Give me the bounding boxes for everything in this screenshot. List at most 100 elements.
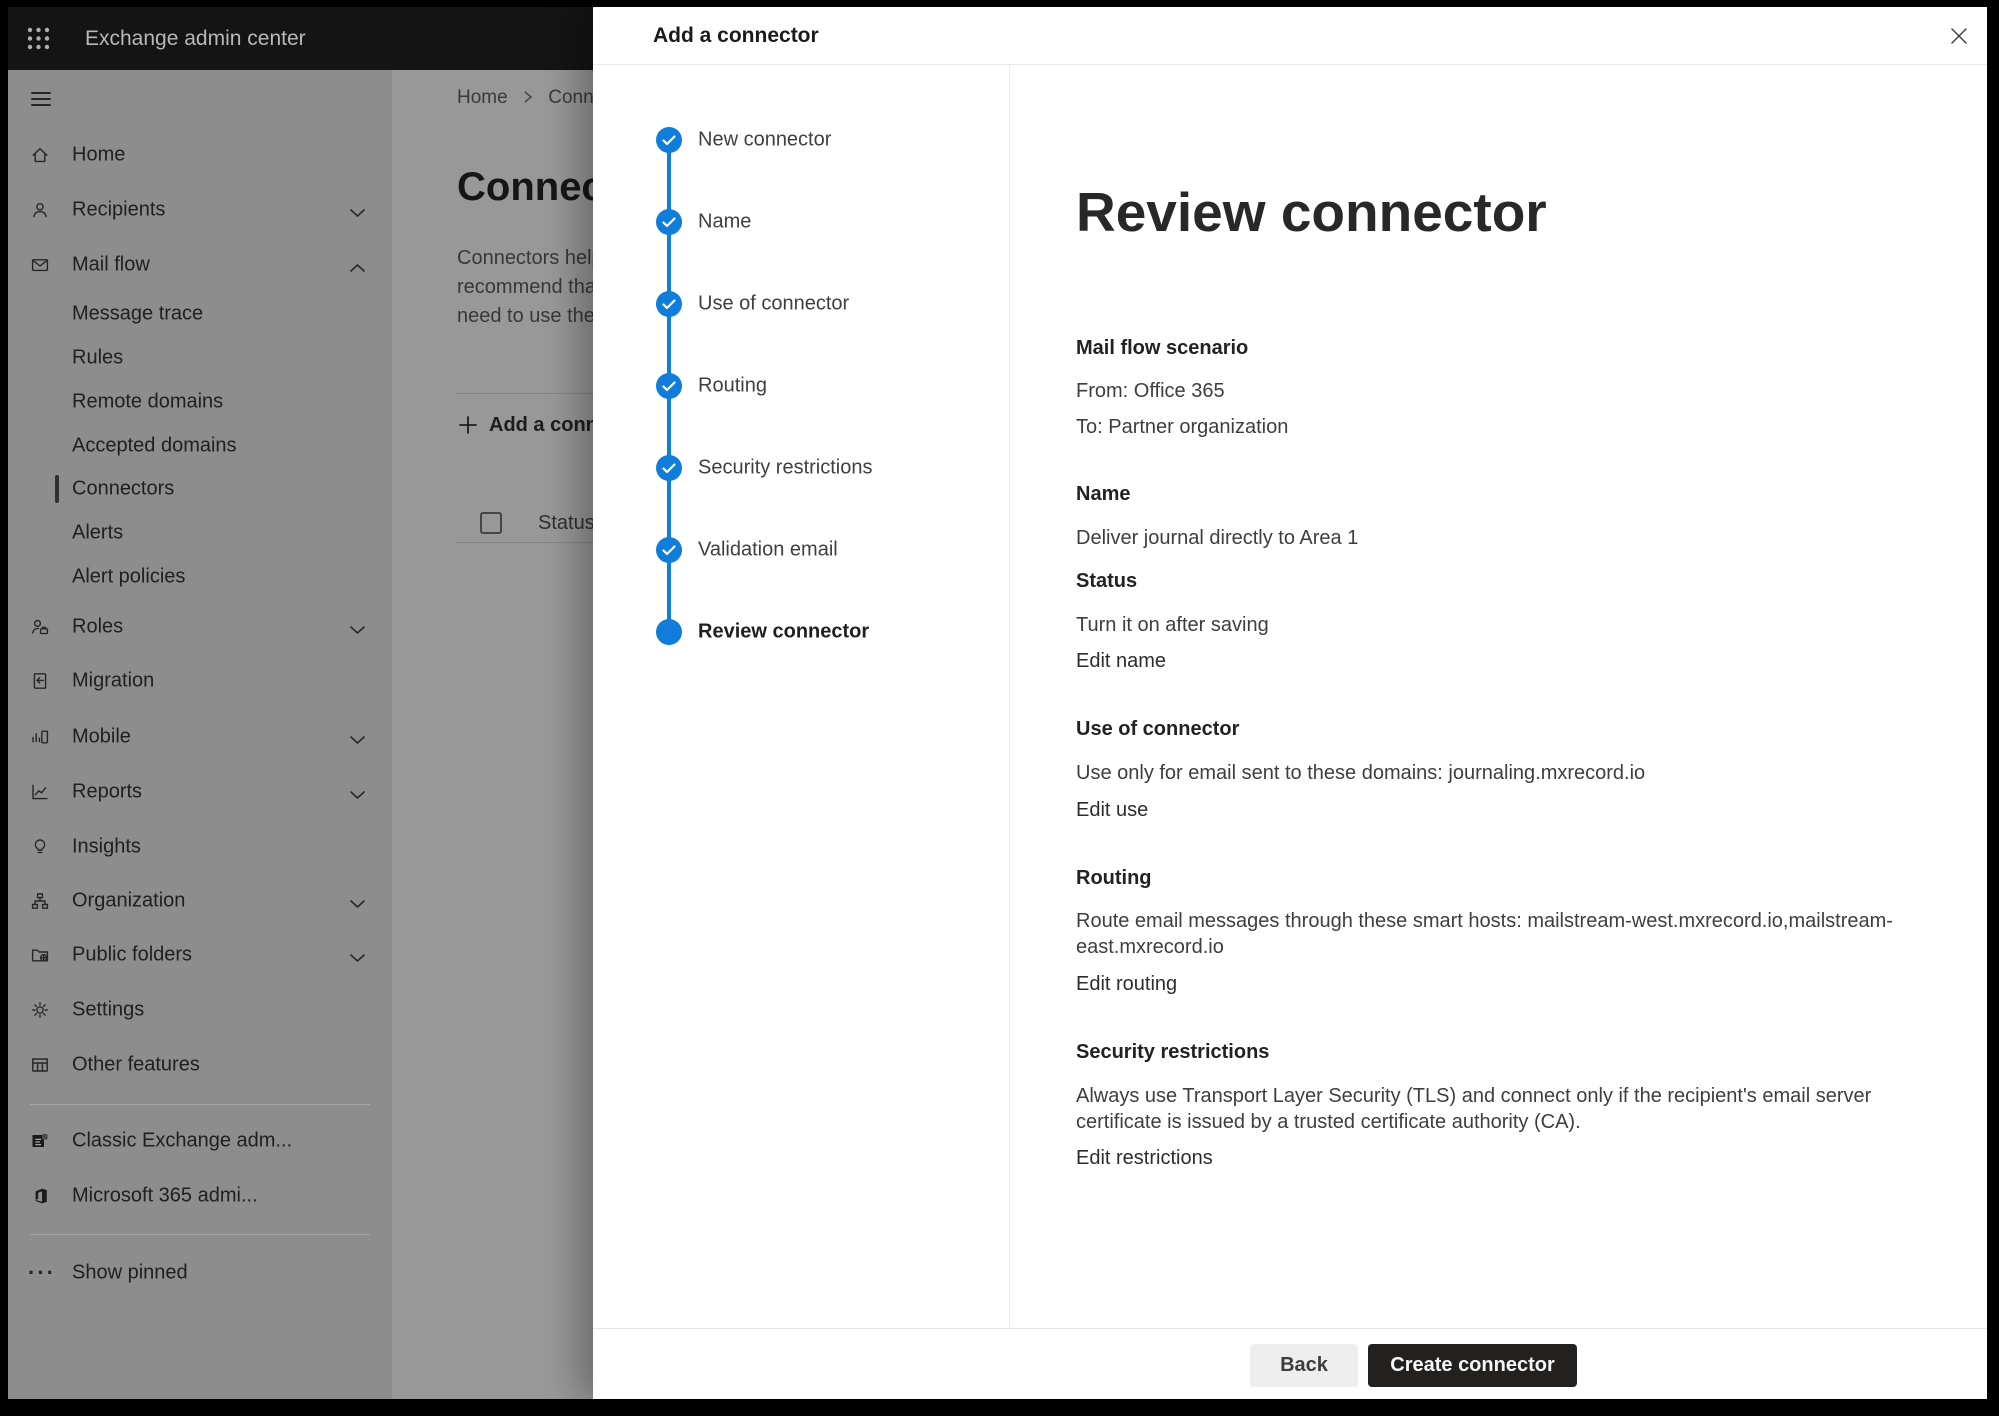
- sidebar-item-classic-exchange-admin[interactable]: Classic Exchange adm...: [8, 1119, 392, 1163]
- routing-value: Route email messages through these smart…: [1076, 908, 1976, 960]
- step-complete-icon: [656, 209, 682, 235]
- app-root: Exchange admin center Home Recipients: [8, 7, 1987, 1399]
- plus-icon: [457, 414, 479, 441]
- wizard-steps-panel: New connector Name Use of connector: [593, 65, 1010, 1328]
- roles-icon: [30, 617, 50, 637]
- name-value: Deliver journal directly to Area 1: [1076, 525, 1358, 551]
- mail-flow-to: To: Partner organization: [1076, 414, 1288, 440]
- page-description-line: need to use the: [457, 302, 593, 331]
- close-icon: [1949, 26, 1969, 46]
- page-description-line: Connectors help: [457, 244, 593, 273]
- sidebar-item-reports[interactable]: Reports: [8, 770, 392, 814]
- sidebar-item-insights[interactable]: Insights: [8, 825, 392, 869]
- org-chart-icon: [30, 891, 50, 911]
- sidebar-item-remote-domains[interactable]: Remote domains: [8, 380, 392, 424]
- sidebar-item-organization[interactable]: Organization: [8, 879, 392, 923]
- ellipsis-icon: ···: [28, 1268, 56, 1278]
- step-complete-icon: [656, 291, 682, 317]
- back-button[interactable]: Back: [1250, 1344, 1358, 1387]
- table-grid-icon: [30, 1055, 50, 1075]
- step-validation-email[interactable]: Validation email: [593, 534, 1009, 566]
- edit-routing-link[interactable]: Edit routing: [1076, 971, 1177, 997]
- modal-title: Add a connector: [653, 7, 819, 65]
- modal-header: Add a connector: [593, 7, 1987, 65]
- app-launcher-icon[interactable]: [26, 26, 51, 51]
- breadcrumb-home-link[interactable]: Home: [457, 87, 508, 108]
- sidebar-divider: [30, 1104, 370, 1105]
- chevron-up-icon: [349, 260, 366, 270]
- sidebar-item-show-pinned[interactable]: ··· Show pinned: [8, 1251, 392, 1295]
- sidebar-item-alert-policies[interactable]: Alert policies: [8, 555, 392, 599]
- mobile-icon: [30, 727, 50, 747]
- create-connector-button[interactable]: Create connector: [1368, 1344, 1577, 1387]
- app-title: Exchange admin center: [85, 7, 306, 70]
- sidebar-item-message-trace[interactable]: Message trace: [8, 292, 392, 336]
- sidebar-item-accepted-domains[interactable]: Accepted domains: [8, 424, 392, 468]
- sidebar-item-other-features[interactable]: Other features: [8, 1043, 392, 1087]
- use-of-connector-title: Use of connector: [1076, 716, 1239, 742]
- sidebar-item-home[interactable]: Home: [8, 133, 392, 177]
- sidebar-item-recipients[interactable]: Recipients: [8, 188, 392, 232]
- page-title: Connect: [457, 165, 593, 210]
- sidebar-divider: [30, 1234, 370, 1235]
- close-button[interactable]: [1939, 16, 1979, 56]
- sidebar-item-settings[interactable]: Settings: [8, 988, 392, 1032]
- toolbar-divider: [455, 393, 593, 394]
- edit-name-link[interactable]: Edit name: [1076, 648, 1166, 674]
- step-current-icon: [656, 619, 682, 645]
- sidebar-item-rules[interactable]: Rules: [8, 336, 392, 380]
- step-complete-icon: [656, 127, 682, 153]
- step-security-restrictions[interactable]: Security restrictions: [593, 452, 1009, 484]
- step-complete-icon: [656, 537, 682, 563]
- person-icon: [30, 200, 50, 220]
- review-heading: Review connector: [1076, 177, 1547, 247]
- sidebar-item-public-folders[interactable]: Public folders: [8, 933, 392, 977]
- home-icon: [30, 145, 50, 165]
- status-value: Turn it on after saving: [1076, 612, 1269, 638]
- name-title: Name: [1076, 481, 1130, 507]
- chevron-down-icon: [349, 950, 366, 960]
- table-header-divider: [455, 542, 593, 543]
- modal-body: New connector Name Use of connector: [593, 65, 1987, 1328]
- sidebar-item-roles[interactable]: Roles: [8, 605, 392, 649]
- breadcrumb-chevron-icon: [523, 90, 533, 104]
- status-column-header: Status: [538, 510, 593, 536]
- step-review-connector[interactable]: Review connector: [593, 616, 1009, 648]
- chevron-down-icon: [349, 205, 366, 215]
- edit-use-link[interactable]: Edit use: [1076, 797, 1148, 823]
- step-name[interactable]: Name: [593, 206, 1009, 238]
- sidebar-item-microsoft-365-admin[interactable]: Microsoft 365 admi...: [8, 1174, 392, 1218]
- gear-icon: [30, 1000, 50, 1020]
- hamburger-icon: [30, 90, 50, 110]
- classic-exchange-icon: [30, 1131, 50, 1151]
- breadcrumb: Home Conne: [457, 85, 593, 111]
- page-content-dimmed: Home Conne Connect Connectors help recom…: [392, 70, 593, 1399]
- security-restrictions-value: Always use Transport Layer Security (TLS…: [1076, 1083, 1976, 1135]
- page-description-line: recommend that: [457, 273, 593, 302]
- chevron-down-icon: [349, 732, 366, 742]
- chevron-down-icon: [349, 787, 366, 797]
- folder-globe-icon: [30, 945, 50, 965]
- step-new-connector[interactable]: New connector: [593, 124, 1009, 156]
- step-use-of-connector[interactable]: Use of connector: [593, 288, 1009, 320]
- use-of-connector-value: Use only for email sent to these domains…: [1076, 760, 1976, 786]
- modal-footer: Back Create connector: [593, 1328, 1987, 1399]
- sidebar-nav: Home Recipients Mail flow Message t: [8, 70, 392, 1399]
- step-complete-icon: [656, 455, 682, 481]
- line-chart-icon: [30, 782, 50, 802]
- mail-flow-from: From: Office 365: [1076, 378, 1225, 404]
- edit-restrictions-link[interactable]: Edit restrictions: [1076, 1145, 1213, 1171]
- lightbulb-icon: [30, 837, 50, 857]
- sidebar-item-alerts[interactable]: Alerts: [8, 511, 392, 555]
- sidebar-item-mobile[interactable]: Mobile: [8, 715, 392, 759]
- page-description: Connectors help recommend that need to u…: [457, 244, 593, 331]
- nav-collapse-button[interactable]: [8, 78, 392, 122]
- sidebar-item-connectors[interactable]: Connectors: [8, 467, 392, 511]
- chevron-down-icon: [349, 896, 366, 906]
- sidebar-item-migration[interactable]: Migration: [8, 659, 392, 703]
- step-routing[interactable]: Routing: [593, 370, 1009, 402]
- select-all-checkbox[interactable]: [480, 512, 502, 534]
- sidebar-item-mail-flow[interactable]: Mail flow: [8, 243, 392, 287]
- breadcrumb-current: Conne: [548, 87, 593, 108]
- step-complete-icon: [656, 373, 682, 399]
